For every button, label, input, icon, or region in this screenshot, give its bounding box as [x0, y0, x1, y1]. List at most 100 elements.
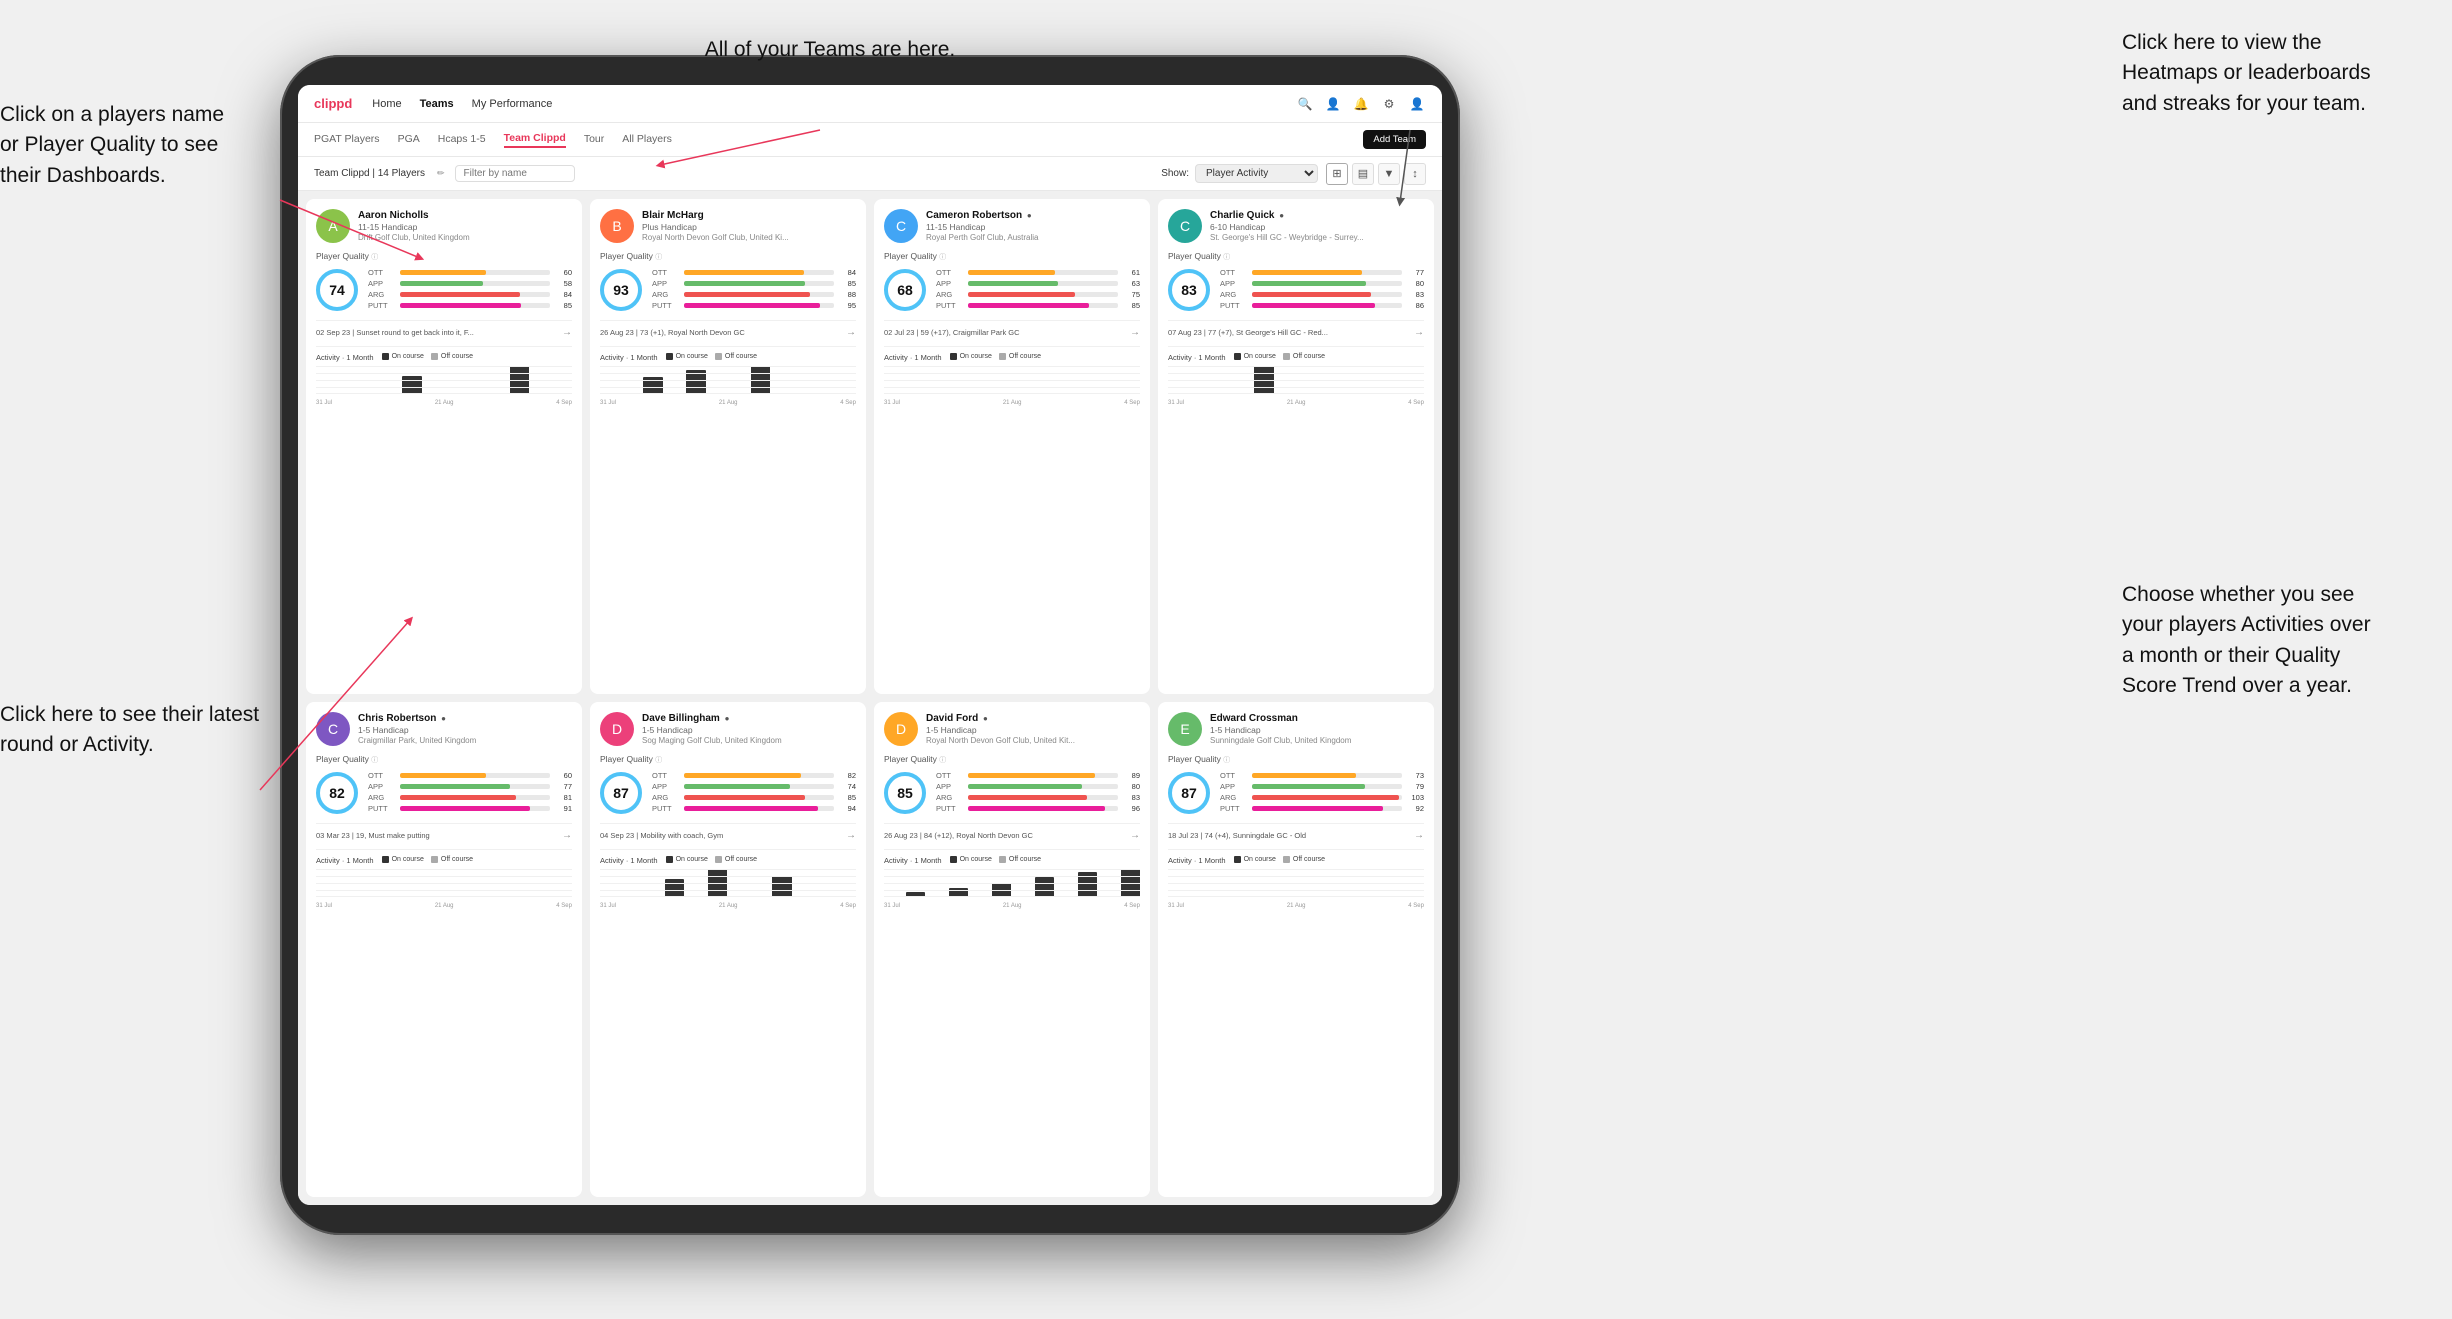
- player-club: Craigmillar Park, United Kingdom: [358, 736, 572, 746]
- show-select[interactable]: Player Activity Quality Score Trend: [1195, 164, 1318, 183]
- quality-content[interactable]: 93 OTT 84 APP 85 ARG 88: [600, 268, 856, 312]
- tab-tour[interactable]: Tour: [584, 133, 604, 147]
- filter-icon[interactable]: ▼: [1378, 163, 1400, 185]
- player-header: C Chris Robertson ● 1-5 Handicap Craigmi…: [316, 712, 572, 746]
- tab-all-players[interactable]: All Players: [622, 133, 672, 147]
- player-card: A Aaron Nicholls 11-15 Handicap Drift Go…: [306, 199, 582, 694]
- stat-row-putt: PUTT 86: [1220, 301, 1424, 310]
- bell-icon[interactable]: 🔔: [1352, 95, 1370, 113]
- latest-round[interactable]: 03 Mar 23 | 19, Must make putting →: [316, 823, 572, 841]
- grid-view-icon[interactable]: ⊞: [1326, 163, 1348, 185]
- annotation-top-left: Click on a players nameor Player Quality…: [0, 100, 280, 191]
- latest-round[interactable]: 07 Aug 23 | 77 (+7), St George's Hill GC…: [1168, 320, 1424, 338]
- chart-labels: 31 Jul 21 Aug 4 Sep: [884, 903, 1140, 909]
- stat-bar: [684, 292, 810, 297]
- latest-round-arrow: →: [1414, 830, 1424, 841]
- stat-bar: [1252, 806, 1383, 811]
- player-club: Sunningdale Golf Club, United Kingdom: [1210, 736, 1424, 746]
- filter-input[interactable]: [455, 165, 575, 182]
- activity-chart: 31 Jul 21 Aug 4 Sep: [884, 869, 1140, 909]
- stat-row-app: APP 85: [652, 279, 856, 288]
- player-info: Charlie Quick ● 6-10 Handicap St. George…: [1210, 209, 1424, 243]
- stat-row-ott: OTT 77: [1220, 268, 1424, 277]
- activity-label: Activity · 1 Month On course Off course: [316, 849, 572, 865]
- player-avatar: B: [600, 209, 634, 243]
- stat-bar: [968, 773, 1095, 778]
- stat-row-putt: PUTT 91: [368, 804, 572, 813]
- player-info: Cameron Robertson ● 11-15 Handicap Royal…: [926, 209, 1140, 243]
- search-icon[interactable]: 🔍: [1296, 95, 1314, 113]
- tab-team-clippd[interactable]: Team Clippd: [504, 132, 566, 148]
- quality-content[interactable]: 82 OTT 60 APP 77 ARG 81: [316, 771, 572, 815]
- chart-lines: [1168, 366, 1424, 394]
- player-card: C Cameron Robertson ● 11-15 Handicap Roy…: [874, 199, 1150, 694]
- latest-round-text: 26 Aug 23 | 84 (+12), Royal North Devon …: [884, 831, 1130, 840]
- player-header: A Aaron Nicholls 11-15 Handicap Drift Go…: [316, 209, 572, 243]
- latest-round[interactable]: 26 Aug 23 | 84 (+12), Royal North Devon …: [884, 823, 1140, 841]
- avatar-icon[interactable]: 👤: [1408, 95, 1426, 113]
- stat-row-arg: ARG 88: [652, 290, 856, 299]
- stat-label-arg: ARG: [936, 793, 964, 802]
- player-club: St. George's Hill GC - Weybridge - Surre…: [1210, 233, 1424, 243]
- latest-round[interactable]: 18 Jul 23 | 74 (+4), Sunningdale GC - Ol…: [1168, 823, 1424, 841]
- quality-content[interactable]: 85 OTT 89 APP 80 ARG 83: [884, 771, 1140, 815]
- settings-icon[interactable]: ⚙: [1380, 95, 1398, 113]
- quality-content[interactable]: 87 OTT 73 APP 79 ARG 103: [1168, 771, 1424, 815]
- player-name[interactable]: Chris Robertson ●: [358, 712, 572, 725]
- latest-round[interactable]: 04 Sep 23 | Mobility with coach, Gym →: [600, 823, 856, 841]
- quality-score: 82: [329, 785, 345, 801]
- stat-row-putt: PUTT 94: [652, 804, 856, 813]
- nav-link-home[interactable]: Home: [372, 96, 401, 112]
- stat-bar: [1252, 303, 1375, 308]
- latest-round[interactable]: 02 Jul 23 | 59 (+17), Craigmillar Park G…: [884, 320, 1140, 338]
- view-icons: ⊞ ▤ ▼ ↕: [1326, 163, 1426, 185]
- latest-round[interactable]: 26 Aug 23 | 73 (+1), Royal North Devon G…: [600, 320, 856, 338]
- stat-value: 83: [1122, 793, 1140, 802]
- quality-content[interactable]: 68 OTT 61 APP 63 ARG 75: [884, 268, 1140, 312]
- player-name[interactable]: Dave Billingham ●: [642, 712, 856, 725]
- latest-round-text: 02 Jul 23 | 59 (+17), Craigmillar Park G…: [884, 328, 1130, 337]
- player-name[interactable]: Aaron Nicholls: [358, 209, 572, 222]
- tab-pga[interactable]: PGA: [398, 133, 420, 147]
- player-info: Chris Robertson ● 1-5 Handicap Craigmill…: [358, 712, 572, 746]
- player-handicap: 11-15 Handicap: [926, 222, 1140, 233]
- player-name[interactable]: Cameron Robertson ●: [926, 209, 1140, 222]
- stat-bar-bg: [400, 806, 550, 811]
- sort-icon[interactable]: ↕: [1404, 163, 1426, 185]
- stat-bar-bg: [968, 806, 1118, 811]
- quality-content[interactable]: 74 OTT 60 APP 58 ARG 84: [316, 268, 572, 312]
- player-name[interactable]: David Ford ●: [926, 712, 1140, 725]
- quality-content[interactable]: 87 OTT 82 APP 74 ARG 85: [600, 771, 856, 815]
- stat-label-arg: ARG: [368, 793, 396, 802]
- tab-pgat[interactable]: PGAT Players: [314, 133, 380, 147]
- player-name[interactable]: Charlie Quick ●: [1210, 209, 1424, 222]
- stat-row-app: APP 79: [1220, 782, 1424, 791]
- stat-label-putt: PUTT: [1220, 804, 1248, 813]
- stat-label-ott: OTT: [368, 771, 396, 780]
- stat-bar-bg: [400, 281, 550, 286]
- add-team-button[interactable]: Add Team: [1363, 130, 1426, 149]
- nav-link-performance[interactable]: My Performance: [472, 96, 553, 112]
- quality-content[interactable]: 83 OTT 77 APP 80 ARG 83: [1168, 268, 1424, 312]
- chart-lines: [1168, 869, 1424, 897]
- edit-icon[interactable]: ✏: [437, 168, 445, 179]
- user-icon[interactable]: 👤: [1324, 95, 1342, 113]
- player-name[interactable]: Edward Crossman: [1210, 712, 1424, 725]
- player-name[interactable]: Blair McHarg: [642, 209, 856, 222]
- list-view-icon[interactable]: ▤: [1352, 163, 1374, 185]
- chart-labels: 31 Jul 21 Aug 4 Sep: [316, 903, 572, 909]
- latest-round[interactable]: 02 Sep 23 | Sunset round to get back int…: [316, 320, 572, 338]
- nav-logo[interactable]: clippd: [314, 96, 352, 111]
- stat-value: 60: [554, 268, 572, 277]
- stat-bar-bg: [1252, 784, 1402, 789]
- stat-row-app: APP 80: [1220, 279, 1424, 288]
- nav-link-teams[interactable]: Teams: [420, 96, 454, 112]
- stat-bar: [968, 281, 1058, 286]
- tab-hcaps[interactable]: Hcaps 1-5: [438, 133, 486, 147]
- quality-stats: OTT 73 APP 79 ARG 103 PUTT: [1220, 771, 1424, 815]
- stat-label-app: APP: [936, 279, 964, 288]
- stat-bar-bg: [684, 270, 834, 275]
- stat-value: 60: [554, 771, 572, 780]
- stat-bar: [968, 270, 1055, 275]
- latest-round-arrow: →: [846, 830, 856, 841]
